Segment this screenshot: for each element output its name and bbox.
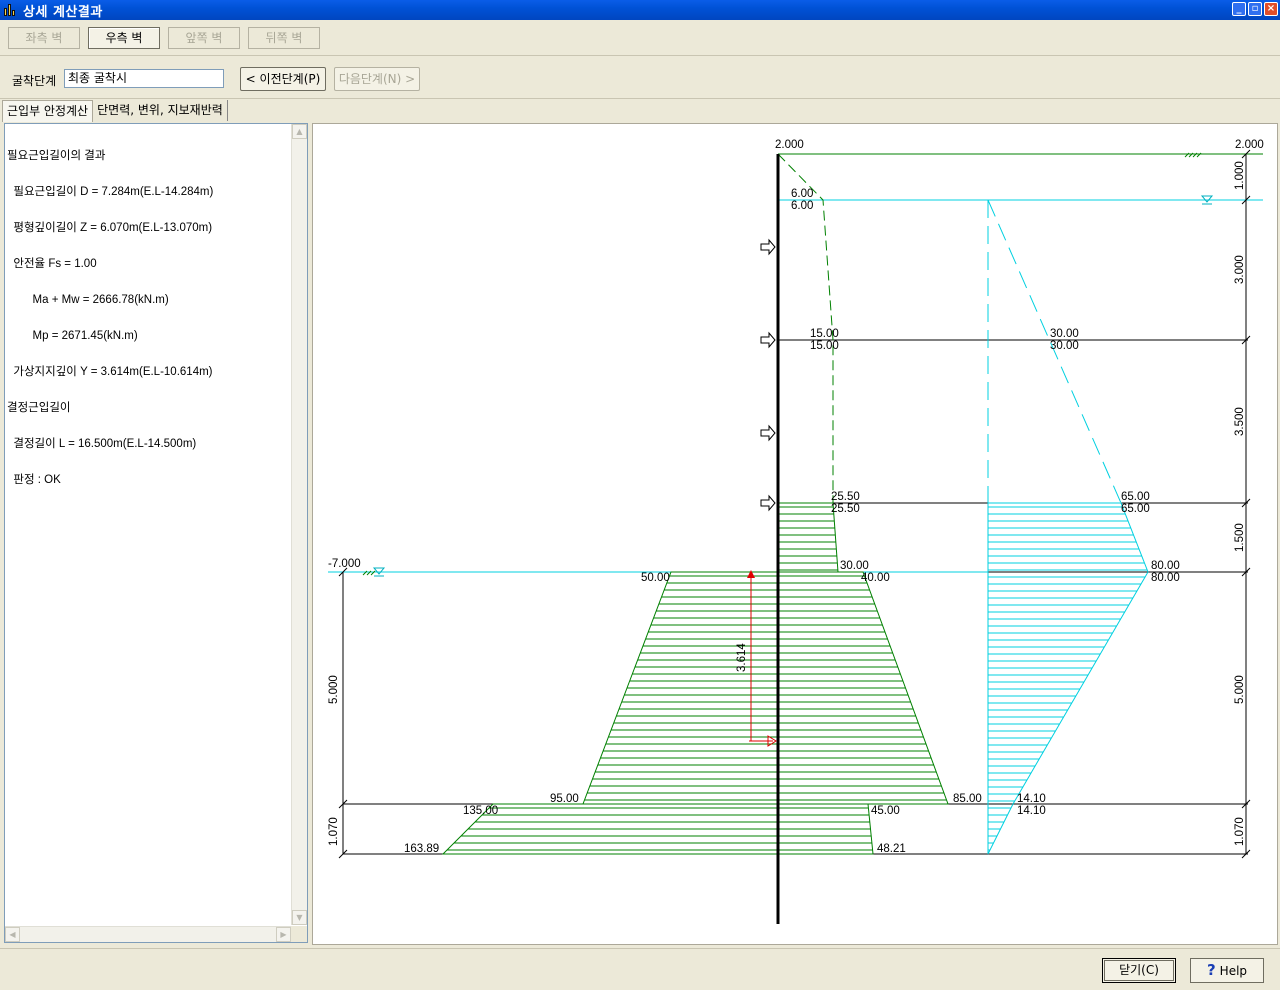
- press-b-2: 25.50: [831, 503, 860, 515]
- result-line: 안전율 Fs = 1.00: [7, 258, 97, 270]
- dim-right-4: 1.500: [1234, 523, 1246, 552]
- dim-right-3: 3.500: [1234, 407, 1246, 436]
- window-title: 상세 계산결과: [23, 4, 103, 20]
- result-line: Mp = 2671.45(kN.m): [7, 330, 138, 342]
- press-top-2: 6.00: [791, 200, 813, 212]
- passive-mid-label: 95.00: [550, 793, 579, 805]
- result-line: Ma + Mw = 2666.78(kN.m): [7, 294, 169, 306]
- water-b-2: 65.00: [1121, 503, 1150, 515]
- water-d-2: 14.10: [1017, 805, 1046, 817]
- pressure-diagram: 2.000 2.000 -7.000 6.00 6.00 15.00 15.00…: [328, 139, 1264, 924]
- horizontal-scrollbar[interactable]: ◀ ▶: [5, 926, 291, 942]
- passive-a-label: 135.00: [463, 805, 498, 817]
- result-line: 가상지지깊이 Y = 3.614m(E.L-10.614m): [7, 366, 213, 378]
- stage-toolbar: 굴착단계 최종 굴착시 < 이전단계(P) 다음단계(N) >: [0, 57, 1280, 99]
- water-left-label: 85.00: [953, 793, 982, 805]
- title-bar: 상세 계산결과 _ ▫ ×: [0, 0, 1280, 20]
- left-wall-button[interactable]: 좌측 벽: [8, 27, 80, 49]
- virtual-support-label: 3.614: [736, 643, 748, 672]
- water-a-2: 30.00: [1050, 340, 1079, 352]
- result-line: 판정 : OK: [7, 474, 61, 486]
- water-c-1: 80.00: [1151, 560, 1180, 572]
- front-wall-button[interactable]: 앞쪽 벽: [168, 27, 240, 49]
- press-b-1: 25.50: [831, 491, 860, 503]
- scroll-left-icon[interactable]: ◀: [5, 927, 20, 942]
- close-window-button[interactable]: ×: [1264, 2, 1278, 16]
- passive-bottom-label: 163.89: [404, 843, 439, 855]
- help-button[interactable]: ? Help: [1190, 958, 1264, 983]
- press-a-2: 15.00: [810, 340, 839, 352]
- dim-right-1: 1.000: [1234, 161, 1246, 190]
- minimize-button[interactable]: _: [1232, 2, 1246, 16]
- result-line: 결정길이 L = 16.500m(E.L-14.500m): [7, 438, 197, 450]
- vertical-scrollbar[interactable]: ▲ ▼: [291, 124, 307, 925]
- bottom-bar: 닫기(C) ? Help: [0, 948, 1280, 990]
- close-button[interactable]: 닫기(C): [1102, 958, 1176, 983]
- prev-stage-button[interactable]: < 이전단계(P): [240, 67, 326, 91]
- press-c-1: 30.00: [840, 560, 869, 572]
- water-b-1: 65.00: [1121, 491, 1150, 503]
- scroll-right-icon[interactable]: ▶: [276, 927, 291, 942]
- elev-excavation-label: -7.000: [328, 558, 361, 570]
- scroll-up-icon[interactable]: ▲: [292, 124, 307, 139]
- results-text: 필요근입길이의 결과 필요근입길이 D = 7.284m(E.L-14.284m…: [7, 126, 291, 510]
- press-top-1: 6.00: [791, 188, 813, 200]
- result-line: 필요근입길이 D = 7.284m(E.L-14.284m): [7, 186, 214, 198]
- press-d-1: 45.00: [871, 805, 900, 817]
- next-stage-button[interactable]: 다음단계(N) >: [334, 67, 420, 91]
- stage-field[interactable]: 최종 굴착시: [64, 69, 224, 88]
- back-wall-button[interactable]: 뒤쪽 벽: [248, 27, 320, 49]
- right-wall-button[interactable]: 우측 벽: [88, 27, 160, 49]
- help-icon: ?: [1206, 961, 1216, 979]
- dim-left-1: 5.000: [328, 675, 340, 704]
- water-d-1: 14.10: [1017, 793, 1046, 805]
- press-d-2: 48.21: [877, 843, 906, 855]
- water-a-1: 30.00: [1050, 328, 1079, 340]
- scroll-down-icon[interactable]: ▼: [292, 910, 307, 925]
- result-line: 평형깊이길이 Z = 6.070m(E.L-13.070m): [7, 222, 213, 234]
- water-c-2: 80.00: [1151, 572, 1180, 584]
- dim-right-6: 1.070: [1234, 817, 1246, 846]
- elev-top-left-label: 2.000: [775, 139, 804, 151]
- wall-selector: 좌측 벽 우측 벽 앞쪽 벽 뒤쪽 벽: [0, 20, 1280, 56]
- result-line: 필요근입길이의 결과: [7, 150, 106, 162]
- elev-top-right-label: 2.000: [1235, 139, 1264, 151]
- dim-right-5: 5.000: [1234, 675, 1246, 704]
- restore-button[interactable]: ▫: [1248, 2, 1262, 16]
- app-icon: [3, 3, 17, 17]
- tab-embedment-stability[interactable]: 근입부 안정계산: [2, 100, 94, 122]
- result-tabs: 근입부 안정계산 단면력, 변위, 지보재반력: [2, 100, 228, 122]
- result-line: 결정근입길이: [7, 402, 71, 414]
- press-c-2: 40.00: [861, 572, 890, 584]
- dim-left-2: 1.070: [328, 817, 340, 846]
- stage-label: 굴착단계: [12, 74, 57, 88]
- passive-top-label: 50.00: [641, 572, 670, 584]
- tab-section-force[interactable]: 단면력, 변위, 지보재반력: [93, 100, 228, 121]
- results-panel: 필요근입길이의 결과 필요근입길이 D = 7.284m(E.L-14.284m…: [4, 123, 308, 943]
- help-label: Help: [1219, 964, 1248, 978]
- press-a-1: 15.00: [810, 328, 839, 340]
- dim-right-2: 3.000: [1234, 255, 1246, 284]
- diagram-canvas: 2.000 2.000 -7.000 6.00 6.00 15.00 15.00…: [312, 123, 1278, 945]
